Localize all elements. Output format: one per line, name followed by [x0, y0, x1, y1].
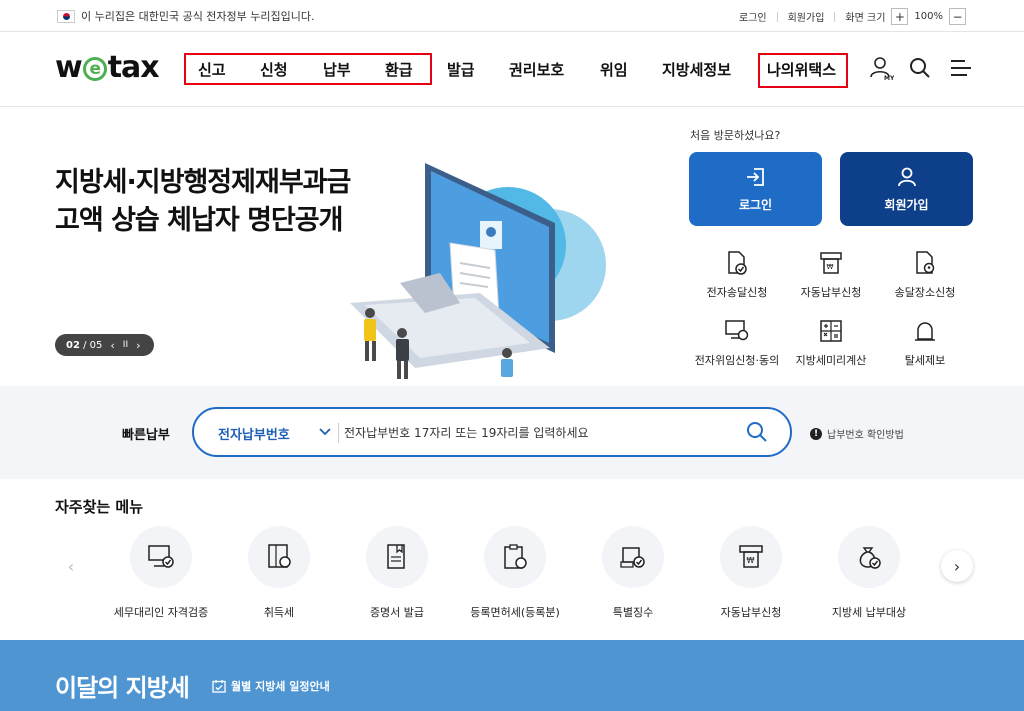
korea-flag-icon: [57, 9, 75, 23]
computer-illustration: [350, 163, 606, 379]
site-header: w e tax 신고 신청 납부 환급 발급 권리보호 위임 지방세정보 나의위택스…: [0, 33, 1024, 107]
monthly-tax-section: 이달의 지방세 월별 지방세 일정안내: [0, 640, 1024, 711]
zoom-in-button[interactable]: +: [891, 8, 909, 25]
nav-item-refund[interactable]: 환급: [385, 59, 413, 80]
utility-bar: 이 누리집은 대한민국 공식 전자정부 누리집입니다. 로그인 회원가입 화면 …: [0, 0, 1024, 32]
quick-pay-section: 빠른납부 전자납부번호 ! 납부번호 확인방법: [0, 386, 1024, 479]
money-bag-icon: [859, 547, 881, 569]
monitor-check-icon: [148, 545, 174, 568]
nav-item-pay[interactable]: 납부: [323, 59, 351, 80]
hamburger-menu-icon[interactable]: [948, 55, 974, 81]
frequent-menu-title: 자주찾는 메뉴: [55, 498, 144, 516]
nav-item-delegate[interactable]: 위임: [600, 59, 628, 80]
search-icon[interactable]: [907, 55, 933, 81]
svg-text:₩: ₩: [747, 556, 755, 565]
gov-notice: 이 누리집은 대한민국 공식 전자정부 누리집입니다.: [57, 8, 315, 24]
calendar-check-icon: [212, 680, 226, 693]
bell-alarm-icon: [915, 322, 935, 341]
bill-check-icon: [620, 547, 645, 568]
service-delivery-address[interactable]: 송달장소신청: [875, 250, 975, 300]
info-icon: !: [810, 427, 822, 440]
frequent-item-auto-pay[interactable]: ₩ 자동납부신청: [691, 526, 811, 620]
clipboard-won-icon: [504, 544, 527, 569]
login-icon: [746, 167, 764, 186]
frequent-item-payment-target[interactable]: 지방세 납부대상: [809, 526, 929, 620]
zoom-label: 화면 크기: [845, 13, 886, 24]
service-tax-evasion-report[interactable]: 탈세제보: [875, 318, 975, 368]
slide-next-button[interactable]: ›: [136, 339, 140, 352]
frequent-next-button[interactable]: ›: [941, 550, 973, 582]
atm-won-icon: ₩: [739, 545, 763, 568]
service-e-delegation[interactable]: 전자위임신청·동의: [687, 318, 787, 368]
payment-type-select[interactable]: 전자납부번호: [218, 424, 290, 443]
nav-item-issue[interactable]: 발급: [447, 59, 475, 80]
payment-number-help-link[interactable]: ! 납부번호 확인방법: [810, 426, 904, 441]
login-button-label: 로그인: [738, 197, 773, 212]
chevron-down-icon[interactable]: [318, 424, 332, 438]
frequent-item-registration-tax[interactable]: 등록면허세(등록분): [455, 526, 575, 620]
hero-banner-title[interactable]: 지방세·지방행정제재부과금 고액 상습 체납자 명단공개: [55, 164, 351, 240]
first-visit-question: 처음 방문하셨나요?: [690, 129, 781, 142]
monthly-tax-title: 이달의 지방세: [55, 674, 190, 702]
calculator-icon: [820, 320, 842, 342]
service-tax-calculator[interactable]: 지방세미리계산: [781, 318, 881, 368]
top-signup-link[interactable]: 회원가입: [788, 9, 825, 24]
frequent-item-agent-verify[interactable]: 세무대리인 자격검증: [101, 526, 221, 620]
slide-prev-button[interactable]: ‹: [110, 339, 114, 352]
nav-item-apply[interactable]: 신청: [260, 59, 288, 80]
nav-item-rights[interactable]: 권리보호: [509, 59, 564, 80]
nav-item-local-tax-info[interactable]: 지방세정보: [662, 59, 731, 80]
slide-total: / 05: [83, 339, 103, 351]
zoom-out-button[interactable]: −: [949, 8, 966, 25]
certificate-icon: [387, 544, 405, 569]
service-auto-pay[interactable]: ₩ 자동납부신청: [781, 250, 881, 300]
bill-won-icon: [268, 544, 291, 568]
signup-button-label: 회원가입: [884, 197, 929, 212]
monthly-schedule-link[interactable]: 월별 지방세 일정안내: [212, 678, 330, 694]
service-e-delivery[interactable]: 전자송달신청: [687, 250, 787, 300]
slide-pager: 02 / 05 ‹ II ›: [55, 334, 154, 356]
nav-item-report[interactable]: 신고: [198, 59, 226, 80]
login-button[interactable]: 로그인: [689, 152, 822, 226]
utility-links: 로그인 회원가입 화면 크기 + 100% −: [739, 8, 972, 25]
nav-item-my-wetax[interactable]: 나의위택스: [767, 59, 836, 80]
payment-number-input[interactable]: [344, 419, 734, 447]
zoom-value: 100%: [914, 11, 943, 22]
my-page-icon[interactable]: MY: [868, 55, 894, 81]
slide-pause-button[interactable]: II: [123, 340, 128, 350]
user-icon: [897, 167, 916, 186]
svg-text:MY: MY: [884, 75, 894, 81]
frequent-item-acquisition-tax[interactable]: 취득세: [219, 526, 339, 620]
top-login-link[interactable]: 로그인: [739, 9, 767, 24]
document-location-icon: [916, 251, 935, 274]
document-check-icon: [728, 251, 747, 275]
search-submit-icon[interactable]: [746, 421, 768, 443]
monitor-user-icon: [725, 320, 749, 341]
quick-pay-label: 빠른납부: [122, 428, 170, 443]
hero-section: 지방세·지방행정제재부과금 고액 상습 체납자 명단공개 02 / 05 ‹ I…: [0, 108, 1024, 386]
quick-pay-box: 전자납부번호: [192, 407, 792, 457]
slide-current: 02: [66, 339, 80, 351]
frequent-prev-button[interactable]: ‹: [55, 550, 87, 582]
frequent-item-certificate[interactable]: 증명서 발급: [337, 526, 457, 620]
frequent-item-special-collection[interactable]: 특별징수: [573, 526, 693, 620]
signup-button[interactable]: 회원가입: [840, 152, 973, 226]
gov-notice-text: 이 누리집은 대한민국 공식 전자정부 누리집입니다.: [81, 10, 315, 23]
svg-text:₩: ₩: [827, 263, 834, 271]
atm-icon: ₩: [820, 252, 842, 274]
